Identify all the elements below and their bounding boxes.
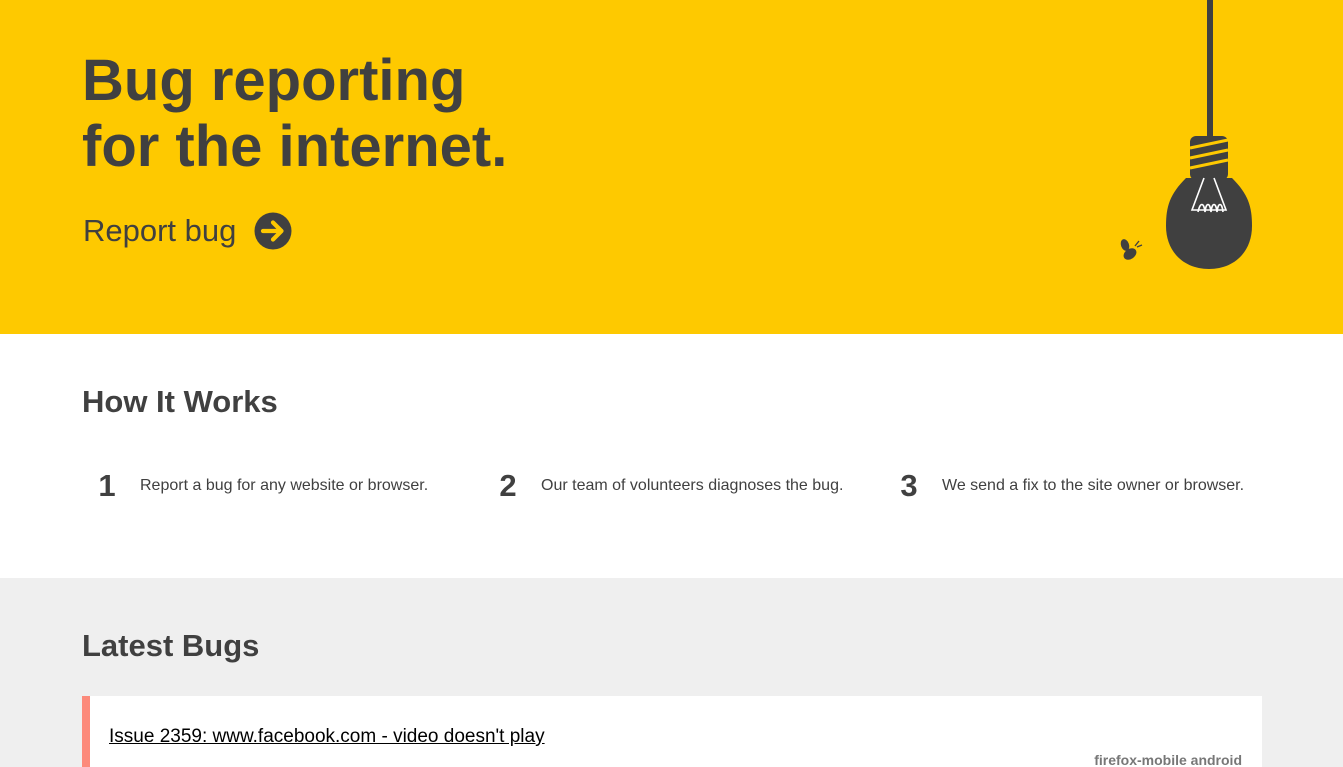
arrow-circle-icon (254, 212, 292, 250)
how-it-works-title: How It Works (82, 384, 278, 419)
hero-banner: Bug reporting for the internet. Report b… (0, 0, 1343, 334)
step-3: 3 We send a fix to the site owner or bro… (888, 468, 1244, 504)
how-it-works-section: How It Works 1 Report a bug for any webs… (0, 334, 1343, 578)
step-text: Our team of volunteers diagnoses the bug… (541, 477, 844, 494)
report-bug-label: Report bug (83, 213, 237, 248)
step-1: 1 Report a bug for any website or browse… (86, 468, 428, 504)
hero-title-line1: Bug reporting (82, 48, 466, 113)
step-number: 1 (98, 468, 116, 503)
report-bug-link[interactable]: Report bug (83, 209, 292, 253)
step-2: 2 Our team of volunteers diagnoses the b… (487, 468, 843, 504)
hero-title-line2: for the internet. (82, 114, 508, 179)
issue-link[interactable]: Issue 2359: www.facebook.com - video doe… (109, 726, 545, 748)
step-text: We send a fix to the site owner or brows… (942, 477, 1245, 494)
step-text: Report a bug for any website or browser. (140, 477, 429, 494)
hero-title: Bug reporting for the internet. (82, 48, 507, 180)
issue-tags: firefox-mobile android (1094, 752, 1242, 767)
latest-bugs-section: Latest Bugs Issue 2359: www.facebook.com… (0, 578, 1343, 767)
latest-bugs-title: Latest Bugs (82, 628, 260, 663)
step-number: 3 (900, 468, 918, 503)
step-number: 2 (499, 468, 517, 503)
bee-icon (1120, 239, 1143, 260)
issue-card: Issue 2359: www.facebook.com - video doe… (82, 696, 1262, 767)
